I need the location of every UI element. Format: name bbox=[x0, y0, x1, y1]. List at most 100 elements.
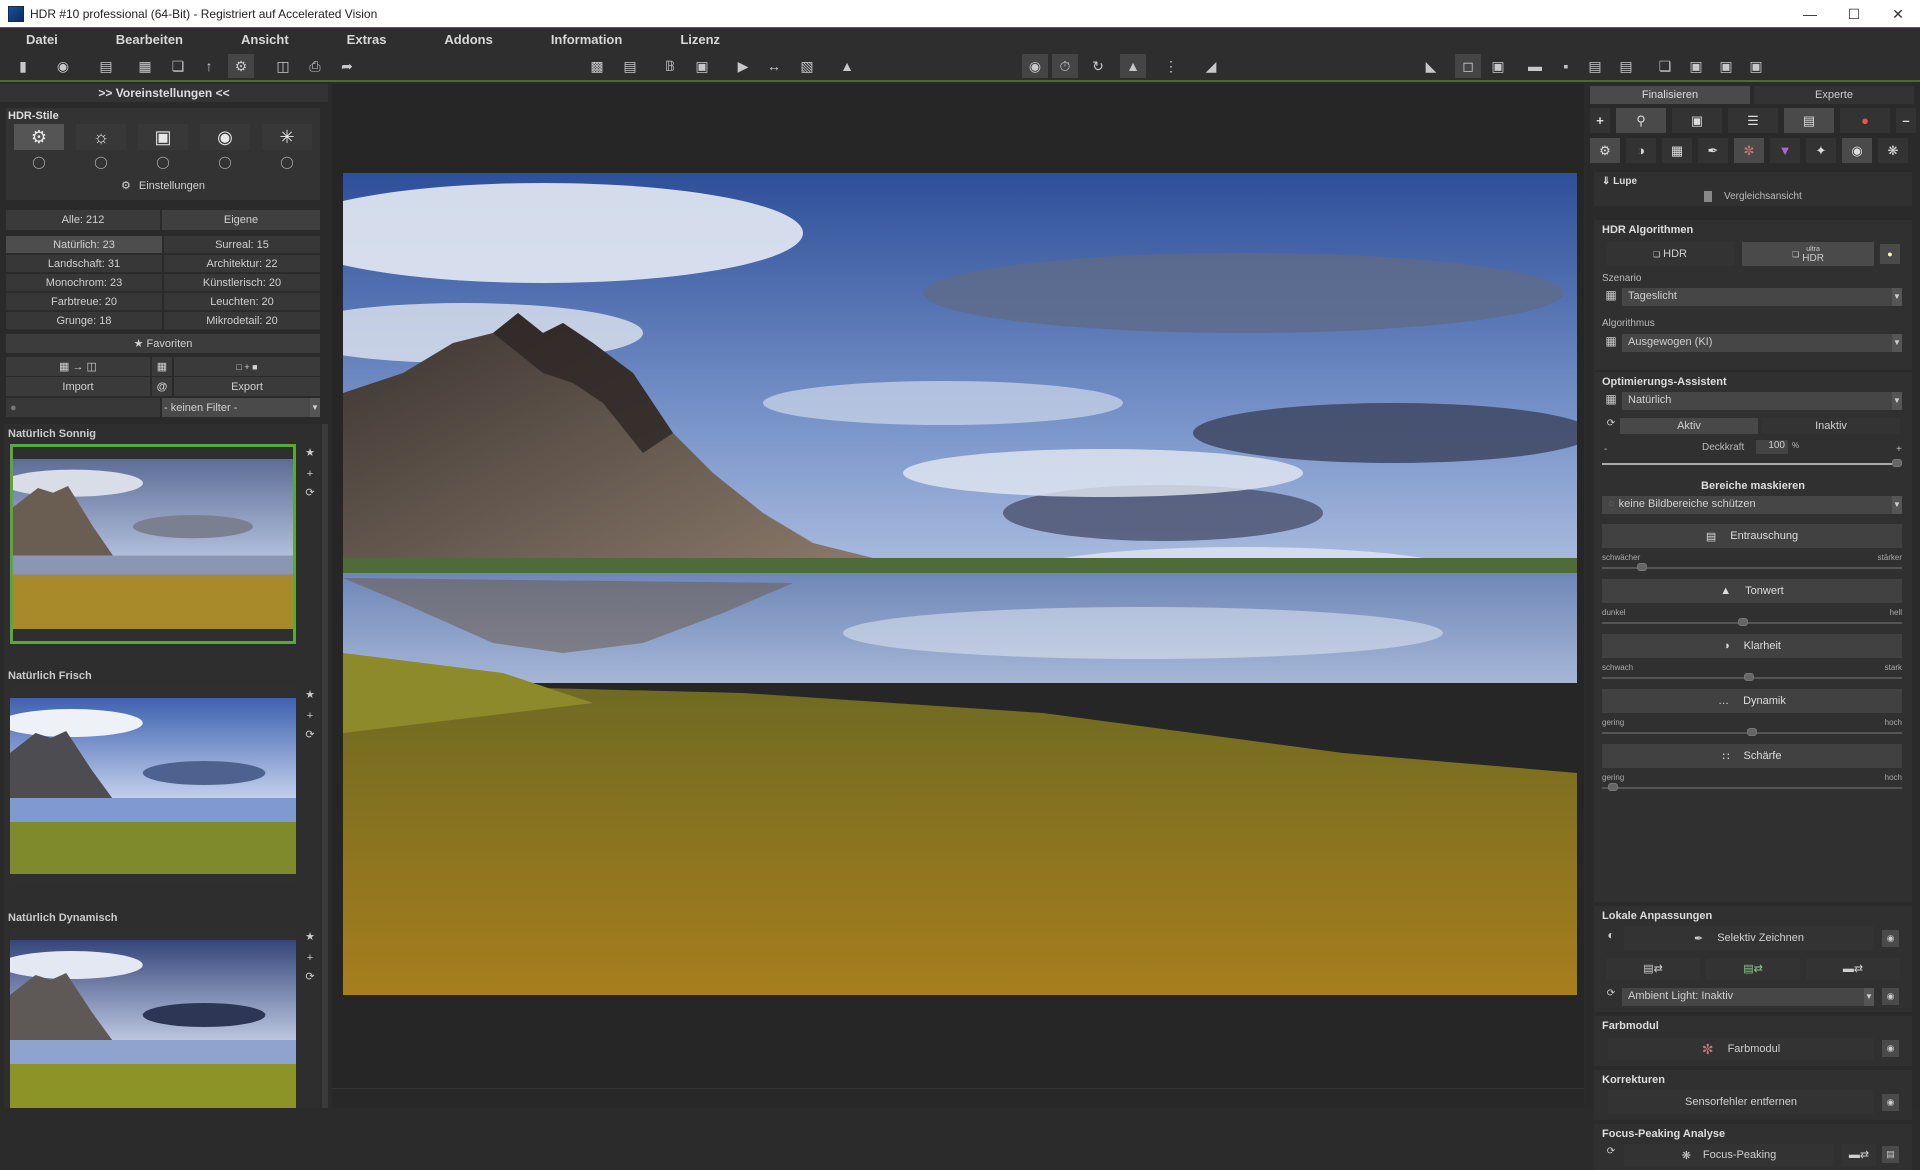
category-architektur[interactable]: Architektur: 22 bbox=[164, 255, 320, 273]
histogram-view-icon[interactable]: ▣ bbox=[1743, 54, 1769, 78]
optimizer-inactive-button[interactable]: Inaktiv bbox=[1762, 418, 1900, 434]
open-icon[interactable]: ◉ bbox=[50, 54, 76, 78]
speed-icon[interactable]: ⏱ bbox=[1052, 54, 1078, 78]
corrections-info-icon[interactable]: ◉ bbox=[1882, 1094, 1899, 1111]
all-presets-button[interactable]: Alle: 212 bbox=[6, 210, 160, 230]
sparkle-icon[interactable]: ✳ bbox=[262, 124, 312, 150]
favorite-star-icon[interactable]: ★ bbox=[302, 930, 318, 946]
favorite-star-icon[interactable]: ★ bbox=[302, 688, 318, 704]
favorite-star-icon[interactable]: ★ bbox=[302, 446, 318, 462]
add-preset-icon[interactable]: + bbox=[302, 710, 318, 726]
image-view-icon[interactable]: ▣ bbox=[1713, 54, 1739, 78]
dynamics-button[interactable]: … Dynamik bbox=[1602, 689, 1902, 713]
user-style-5-icon[interactable]: ◯ bbox=[262, 152, 312, 172]
dynamics-slider-handle[interactable] bbox=[1747, 728, 1757, 736]
refresh-icon[interactable]: ⟳ bbox=[1602, 1146, 1620, 1164]
sharpness-slider-handle[interactable] bbox=[1607, 783, 1618, 791]
filter-select[interactable]: - keinen Filter - ▼ bbox=[162, 398, 320, 417]
half-circle-icon[interactable]: ◐ bbox=[1602, 928, 1620, 946]
mirror-icon[interactable]: ▲ bbox=[1120, 54, 1146, 78]
favorites-button[interactable]: ★ Favoriten bbox=[6, 334, 320, 354]
menu-extras[interactable]: Extras bbox=[347, 32, 387, 47]
gears-icon[interactable]: ⚙ bbox=[14, 124, 64, 150]
optimizer-select[interactable]: Natürlich ▼ bbox=[1622, 392, 1902, 410]
magnifier-icon[interactable]: ⚲ bbox=[1616, 108, 1666, 133]
presets-grid-icon[interactable]: ▦ bbox=[1602, 334, 1620, 352]
opacity-slider-handle[interactable] bbox=[1892, 459, 1902, 467]
category-farbtreue[interactable]: Farbtreue: 20 bbox=[6, 293, 162, 311]
refresh-preset-icon[interactable]: ⟳ bbox=[302, 486, 318, 502]
selective-info-icon[interactable]: ◉ bbox=[1882, 930, 1899, 947]
hdr-mode-button[interactable]: ❏ HDR bbox=[1606, 242, 1734, 266]
histogram-icon[interactable]: ▲ bbox=[834, 54, 860, 78]
remove-panel-icon[interactable]: – bbox=[1896, 108, 1916, 133]
sliders-icon[interactable]: ↑ bbox=[196, 54, 222, 78]
raw-icon[interactable]: ▦ bbox=[132, 54, 158, 78]
own-presets-button[interactable]: Eigene bbox=[162, 210, 320, 230]
series-icon[interactable]: ❏ bbox=[165, 54, 191, 78]
layer-sync-2-button[interactable]: ▤⇄ bbox=[1706, 958, 1800, 980]
sensor-fix-button[interactable]: Sensorfehler entfernen bbox=[1608, 1090, 1874, 1114]
preset-list-scrollbar[interactable] bbox=[322, 424, 328, 1108]
presets-header[interactable]: >> Voreinstellungen << bbox=[0, 84, 328, 102]
optimizer-active-button[interactable]: Aktiv bbox=[1620, 418, 1758, 434]
aperture-icon[interactable]: ❋ bbox=[1878, 138, 1908, 163]
rgb-channels-icon[interactable]: ● bbox=[1840, 108, 1890, 133]
refresh-preset-icon[interactable]: ⟳ bbox=[302, 970, 318, 986]
focus-peaking-button[interactable]: ❋ Focus-Peaking bbox=[1624, 1144, 1834, 1166]
hdr-settings-icon[interactable]: ⚙ bbox=[1590, 138, 1620, 163]
crop-icon[interactable]: ◻ bbox=[1455, 54, 1481, 78]
fit-height-icon[interactable]: ▪ bbox=[1553, 54, 1579, 78]
menu-information[interactable]: Information bbox=[551, 32, 623, 47]
color-wheel-icon[interactable]: ✼ bbox=[1734, 138, 1764, 163]
refresh-icon[interactable]: ⟳ bbox=[1602, 988, 1620, 1006]
category-monochrom[interactable]: Monochrom: 23 bbox=[6, 274, 162, 292]
noise-icon[interactable]: ▦ bbox=[1662, 138, 1692, 163]
refresh-icon[interactable]: ⟳ bbox=[1602, 418, 1620, 436]
compare-icon[interactable]: ▩ bbox=[584, 54, 610, 78]
document-stack-icon[interactable]: ▤ bbox=[617, 54, 643, 78]
category-natuerlich[interactable]: Natürlich: 23 bbox=[6, 236, 162, 254]
selective-icon[interactable]: ◉ bbox=[1842, 138, 1872, 163]
add-preset-icon[interactable]: + bbox=[302, 468, 318, 484]
new-file-icon[interactable]: ▮ bbox=[10, 54, 36, 78]
layers-icon[interactable]: ☰ bbox=[1728, 108, 1778, 133]
zoom-in-icon[interactable]: ◣ bbox=[1418, 54, 1444, 78]
resize-icon[interactable]: ↔ bbox=[761, 54, 787, 78]
opacity-value-input[interactable]: 100 bbox=[1756, 440, 1788, 454]
compare-layout-icon[interactable]: ❏ bbox=[1652, 54, 1678, 78]
undo-view-icon[interactable]: ▤ bbox=[1582, 54, 1608, 78]
color-cube-icon[interactable]: ▼ bbox=[1770, 138, 1800, 163]
denoise-button[interactable]: ▤ Entrauschung bbox=[1602, 524, 1902, 548]
color-module-button[interactable]: ✼ Farbmodul bbox=[1608, 1038, 1874, 1060]
export-icon[interactable]: □ + ■ bbox=[174, 357, 320, 376]
add-preset-icon[interactable]: + bbox=[302, 952, 318, 968]
batch-gears-icon[interactable]: ⚙ bbox=[228, 54, 254, 78]
preview-window-icon[interactable]: ▣ bbox=[1672, 108, 1722, 133]
split-view-icon[interactable]: ▤ bbox=[1784, 108, 1834, 133]
curves-icon[interactable]: ✦ bbox=[1806, 138, 1836, 163]
category-landschaft[interactable]: Landschaft: 31 bbox=[6, 255, 162, 273]
selective-draw-button[interactable]: ✒ Selektiv Zeichnen bbox=[1624, 926, 1874, 950]
presets-grid-icon[interactable]: ▦ bbox=[152, 357, 172, 376]
eye-icon[interactable]: ◉ bbox=[1022, 54, 1048, 78]
brush-icon[interactable]: ✒ bbox=[1698, 138, 1728, 163]
presets-grid-icon[interactable]: ▦ bbox=[1602, 288, 1620, 306]
lupe-title[interactable]: ⇓ Lupe bbox=[1602, 176, 1637, 187]
opacity-slider[interactable] bbox=[1602, 463, 1902, 465]
export-button[interactable]: Export bbox=[174, 377, 320, 396]
layer-sync-1-button[interactable]: ▤⇄ bbox=[1606, 958, 1700, 980]
layer-sync-3-button[interactable]: ▬⇄ bbox=[1806, 958, 1900, 980]
color-module-info-icon[interactable]: ◉ bbox=[1882, 1040, 1899, 1057]
menu-ansicht[interactable]: Ansicht bbox=[241, 32, 289, 47]
tab-finalisieren[interactable]: Finalisieren bbox=[1590, 86, 1750, 104]
export-plugin-icon[interactable]: ➦ bbox=[334, 54, 360, 78]
preset-thumbnail-natuerlich-frisch[interactable] bbox=[10, 686, 296, 886]
maximize-button[interactable]: ☐ bbox=[1832, 0, 1876, 28]
fit-width-icon[interactable]: ▬ bbox=[1522, 54, 1548, 78]
play-icon[interactable]: ▶ bbox=[730, 54, 756, 78]
compare-toggle-icon[interactable] bbox=[1704, 191, 1712, 202]
refresh-preset-icon[interactable]: ⟳ bbox=[302, 728, 318, 744]
user-style-4-icon[interactable]: ◯ bbox=[200, 152, 250, 172]
sharpness-button[interactable]: ∷ Schärfe bbox=[1602, 744, 1902, 768]
